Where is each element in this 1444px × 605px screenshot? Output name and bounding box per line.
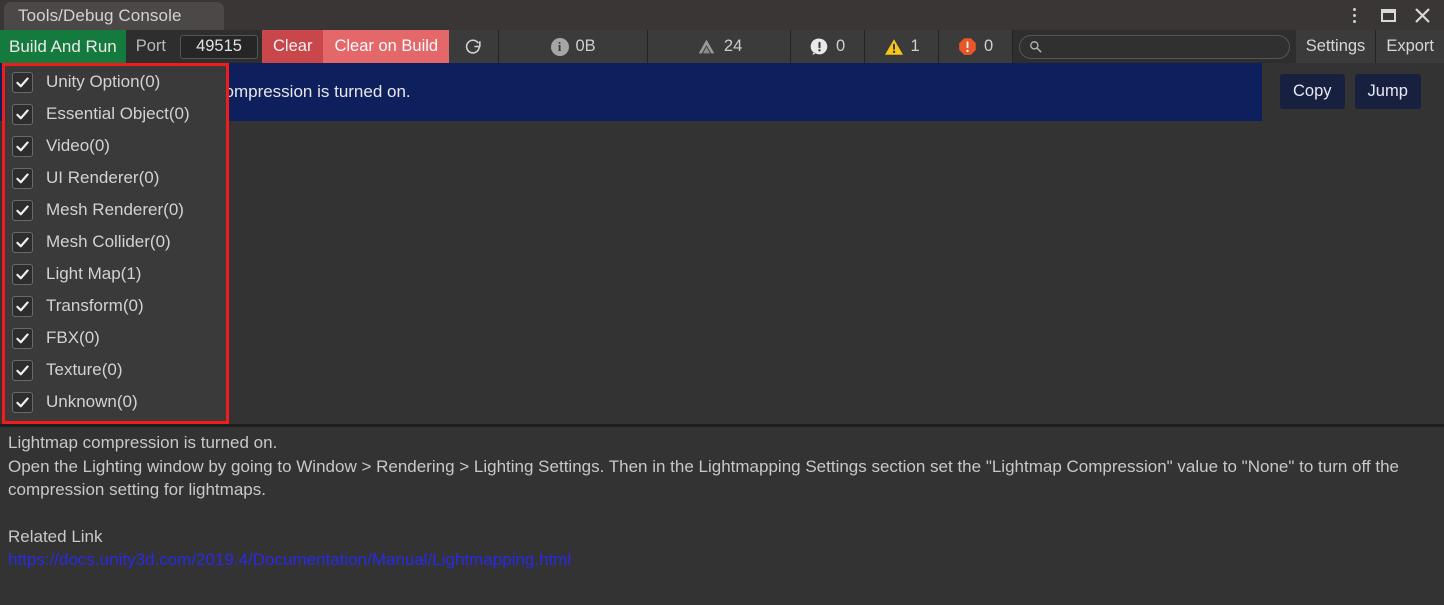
detail-pane[interactable]: Lightmap compression is turned on. Open … <box>0 427 1444 605</box>
related-link-url[interactable]: https://docs.unity3d.com/2019.4/Document… <box>8 550 571 569</box>
info-icon: i <box>550 37 569 56</box>
filter-item-essential-object[interactable]: Essential Object(0) <box>5 98 226 130</box>
related-link-label: Related Link <box>8 526 103 546</box>
unity-object-count[interactable]: 24 <box>648 30 792 63</box>
detail-line-1: Lightmap compression is turned on. <box>8 433 278 452</box>
checkbox-checked-icon[interactable] <box>12 391 33 413</box>
message-icon <box>810 38 828 55</box>
build-and-run-button[interactable]: Build And Run <box>0 30 126 63</box>
checkbox-checked-icon[interactable] <box>12 231 33 253</box>
refresh-icon <box>465 39 481 54</box>
filter-item-mesh-collider[interactable]: Mesh Collider(0) <box>5 226 226 258</box>
toolbar: Build And Run Port Clear Clear on Build … <box>0 30 1444 63</box>
warning-count-filter[interactable]: 1 <box>865 30 940 63</box>
filter-item-ui-renderer[interactable]: UI Renderer(0) <box>5 162 226 194</box>
warning-icon <box>884 38 903 55</box>
warning-count-value: 1 <box>910 37 920 55</box>
checkbox-checked-icon[interactable] <box>12 135 33 157</box>
copy-button[interactable]: Copy <box>1280 74 1345 109</box>
export-label: Export <box>1386 37 1434 55</box>
filter-item-light-map[interactable]: Light Map(1) <box>5 258 226 290</box>
detail-spacer <box>8 502 1436 525</box>
filter-item-label: Unity Option(0) <box>46 72 161 91</box>
filter-item-fbx[interactable]: FBX(0) <box>5 322 226 354</box>
unity-object-count-value: 24 <box>723 37 743 55</box>
filter-item-unity-option[interactable]: Unity Option(0) <box>5 66 226 98</box>
error-icon <box>959 38 976 55</box>
message-count-value: 0 <box>836 37 846 55</box>
filter-item-label: Mesh Collider(0) <box>46 232 171 251</box>
checkbox-checked-icon[interactable] <box>12 327 33 349</box>
title-bar: Tools/Debug Console <box>0 0 1444 30</box>
checkbox-checked-icon[interactable] <box>12 295 33 317</box>
port-input[interactable] <box>180 34 259 59</box>
filter-item-texture[interactable]: Texture(0) <box>5 354 226 386</box>
message-count-filter[interactable]: 0 <box>791 30 866 63</box>
clear-label: Clear <box>273 37 313 55</box>
clear-on-build-label: Clear on Build <box>334 37 439 55</box>
checkbox-checked-icon[interactable] <box>12 103 33 125</box>
memory-size-value: 0B <box>575 37 596 55</box>
filter-item-label: UI Renderer(0) <box>46 168 160 187</box>
filter-item-label: Essential Object(0) <box>46 104 190 123</box>
clear-on-build-button[interactable]: Clear on Build <box>323 30 450 63</box>
settings-label: Settings <box>1305 37 1366 55</box>
checkbox-checked-icon[interactable] <box>12 71 33 93</box>
filter-item-label: FBX(0) <box>46 328 100 347</box>
memory-size-indicator[interactable]: i 0B <box>499 30 649 63</box>
search-input[interactable] <box>1042 37 1280 56</box>
close-icon[interactable] <box>1412 4 1432 26</box>
debug-console-window: Tools/Debug Console Build And Run Port 4… <box>0 0 1444 605</box>
window-tab[interactable]: Tools/Debug Console <box>4 2 224 30</box>
checkbox-checked-icon[interactable] <box>12 359 33 381</box>
filter-item-label: Mesh Renderer(0) <box>46 200 184 219</box>
search-box[interactable] <box>1019 34 1290 59</box>
checkbox-checked-icon[interactable] <box>12 167 33 189</box>
detail-line-2: Open the Lighting window by going to Win… <box>8 456 1404 500</box>
filter-item-mesh-renderer[interactable]: Mesh Renderer(0) <box>5 194 226 226</box>
port-field-wrapper <box>176 30 263 63</box>
search-wrapper <box>1013 30 1296 63</box>
filter-item-video[interactable]: Video(0) <box>5 130 226 162</box>
error-count-filter[interactable]: 0 <box>939 30 1014 63</box>
search-icon <box>1030 41 1042 53</box>
window-tab-label: Tools/Debug Console <box>18 6 182 25</box>
jump-button[interactable]: Jump <box>1354 74 1421 109</box>
build-and-run-label: Build And Run <box>9 36 117 56</box>
checkbox-checked-icon[interactable] <box>12 263 33 285</box>
filter-item-label: Texture(0) <box>46 360 123 379</box>
checkbox-checked-icon[interactable] <box>12 199 33 221</box>
filter-item-label: Video(0) <box>46 136 110 155</box>
filter-item-label: Transform(0) <box>46 296 144 315</box>
refresh-button[interactable] <box>449 30 500 63</box>
settings-button[interactable]: Settings <box>1295 30 1377 63</box>
menu-icon[interactable] <box>1344 4 1364 26</box>
port-label-text: Port <box>135 37 167 55</box>
export-button[interactable]: Export <box>1376 30 1444 63</box>
error-count-value: 0 <box>984 37 994 55</box>
clear-button[interactable]: Clear <box>262 30 324 63</box>
window-controls <box>1344 0 1444 30</box>
log-entry-actions: Copy Jump <box>1280 74 1421 109</box>
port-label: Port <box>125 30 177 63</box>
filter-item-label: Unknown(0) <box>46 392 138 411</box>
maximize-icon[interactable] <box>1378 4 1398 26</box>
filter-item-transform[interactable]: Transform(0) <box>5 290 226 322</box>
filter-item-label: Light Map(1) <box>46 264 142 283</box>
filter-item-unknown[interactable]: Unknown(0) <box>5 386 226 418</box>
unity-logo-icon <box>698 39 715 54</box>
filter-dropdown: Unity Option(0) Essential Object(0) Vide… <box>2 63 229 424</box>
